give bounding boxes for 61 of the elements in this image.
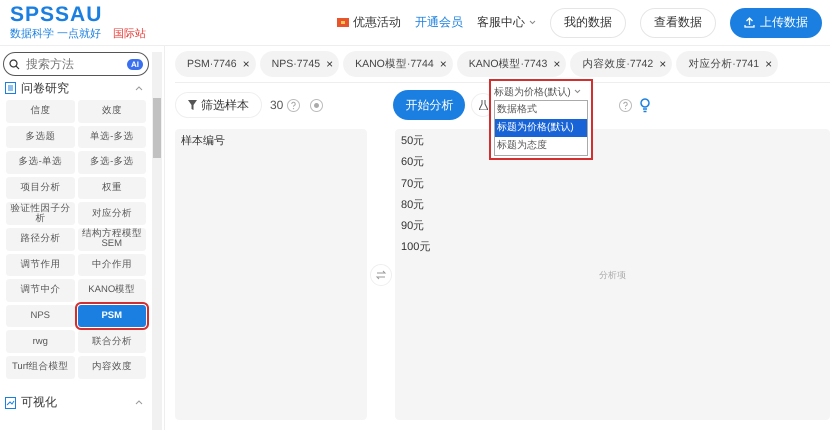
analysis-item[interactable]: 90元 (401, 218, 424, 240)
method-tile[interactable]: 多选-单选 (6, 151, 74, 174)
analysis-item[interactable]: 70元 (401, 176, 424, 197)
close-icon[interactable]: × (659, 57, 666, 71)
site-label: 国际站 (113, 27, 146, 41)
method-tile[interactable]: 多选题 (6, 126, 74, 148)
method-tile[interactable]: PSM (78, 304, 146, 328)
close-icon[interactable]: × (326, 57, 334, 71)
method-tile[interactable]: 中介作用 (78, 254, 146, 276)
dropdown-option[interactable]: 标题为价格(默认) (495, 119, 587, 137)
close-icon[interactable]: × (440, 57, 447, 71)
header-link[interactable]: 优惠活动 (337, 14, 401, 31)
analysis-item[interactable]: 60元 (401, 154, 424, 176)
method-tile[interactable]: 效度 (78, 100, 146, 123)
method-tile[interactable]: 调节作用 (6, 254, 74, 276)
dropdown-value: 标题为价格(默认) (494, 86, 571, 98)
method-tile[interactable]: 联合分析 (78, 330, 146, 353)
method-tile[interactable]: 多选-多选 (78, 151, 146, 174)
method-tile[interactable]: 权重 (78, 176, 146, 200)
method-tile[interactable]: 调节中介 (6, 279, 74, 302)
method-tile[interactable]: 路径分析 (6, 228, 74, 251)
header-link[interactable]: 客服中心 (477, 14, 536, 31)
method-tile[interactable]: 对应分析 (78, 202, 146, 225)
tab[interactable]: KANO模型·7743 × (456, 51, 566, 77)
ai-badge[interactable]: AI (127, 58, 143, 70)
slogan: 数据科学 一点就好 (10, 26, 102, 41)
method-tile[interactable]: Turf组合模型 (6, 356, 74, 379)
method-tile[interactable]: 验证性因子分析 (6, 202, 74, 225)
close-icon[interactable]: × (553, 57, 560, 71)
tab[interactable]: NPS·7745 × (260, 51, 340, 77)
sample-count: 30 (270, 98, 284, 112)
filter-button[interactable]: 筛选样本 (175, 92, 262, 118)
header-link[interactable]: 开通会员 (415, 14, 463, 31)
upload-button[interactable]: 上传数据 (730, 8, 822, 38)
variable-item[interactable]: 样本编号 (181, 133, 225, 154)
tab[interactable]: 对应分析·7741 × (676, 51, 778, 77)
analysis-item[interactable]: 100元 (401, 239, 430, 261)
method-tile[interactable]: 单选-多选 (78, 126, 146, 148)
logo-title: SPSSAU (10, 4, 104, 26)
method-tile[interactable]: 项目分析 (6, 176, 74, 200)
method-tile[interactable]: 结构方程模型SEM (78, 228, 146, 251)
method-tile[interactable]: rwg (6, 330, 74, 353)
close-icon[interactable]: × (242, 57, 250, 71)
tab[interactable]: PSM·7746 × (175, 51, 256, 77)
tab[interactable]: KANO模型·7744 × (343, 51, 453, 77)
method-tile[interactable]: NPS (6, 304, 74, 328)
format-dropdown[interactable]: 标题为价格(默认) 数据格式 标题为价格(默认) 标题为态度 (489, 79, 593, 160)
analysis-item[interactable]: 50元 (401, 133, 424, 154)
tab[interactable]: 内容效度·7742 × (570, 51, 672, 77)
start-analysis-button[interactable]: 开始分析 (393, 90, 466, 120)
search-field[interactable]: 搜索方法 AI (3, 52, 149, 76)
method-tile[interactable]: 信度 (6, 100, 74, 123)
method-tile[interactable]: KANO模型 (78, 279, 146, 302)
analysis-item[interactable]: 80元 (401, 196, 424, 218)
header-button[interactable]: 我的数据 (550, 8, 626, 38)
panel-hint: 分析项 (598, 269, 627, 282)
section-header[interactable]: 问卷研究 (3, 76, 149, 100)
close-icon[interactable]: × (765, 57, 772, 71)
section-header[interactable]: 可视化 (3, 390, 149, 415)
header-button[interactable]: 查看数据 (640, 8, 716, 38)
method-tile[interactable]: 内容效度 (78, 356, 146, 379)
